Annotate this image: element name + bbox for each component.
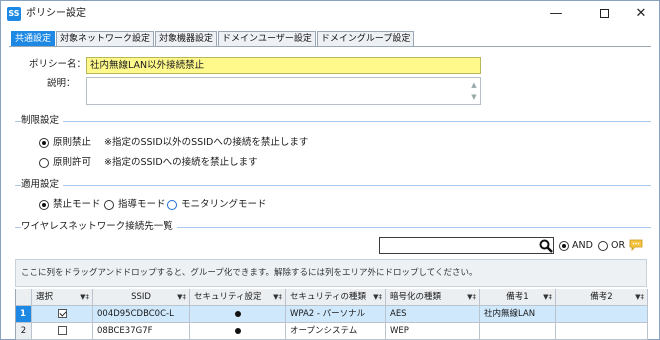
- description-textarea[interactable]: ▲ ▼: [86, 77, 481, 105]
- col-header-security-setting[interactable]: セキュリティ設定 ▼‡: [190, 289, 286, 306]
- wireless-network-grid: 選択 ▼‡ SSID ▼‡ セキュリティ設定 ▼‡ セキュリティの種類 ▼‡ 暗号化の種…: [15, 289, 648, 340]
- cell-security-setting: [190, 306, 286, 323]
- guidance-mode-label[interactable]: 指導モード: [118, 198, 166, 212]
- row-select-checkbox[interactable]: [57, 326, 67, 335]
- maximize-button[interactable]: [584, 1, 624, 27]
- policy-settings-window: SS ポリシー設定 — ✕ 共通設定 対象ネットワーク設定 対象機器設定 ドメイ…: [0, 0, 660, 340]
- minimize-icon: —: [549, 6, 563, 21]
- tab-domain-user[interactable]: ドメインユーザー設定: [218, 31, 316, 46]
- tab-strip: 共通設定 対象ネットワーク設定 対象機器設定 ドメインユーザー設定 ドメイングル…: [11, 31, 415, 46]
- table-row[interactable]: 1 004D95CDBC0C-L WPA2 - パーソナル AES 社内無線LA…: [16, 306, 648, 323]
- row-indicator-header: [16, 289, 32, 306]
- filter-icon[interactable]: ▼‡: [177, 289, 186, 305]
- cell-encryption: AES: [386, 306, 480, 323]
- description-label: 説明：: [47, 78, 76, 89]
- filter-icon[interactable]: ▼‡: [635, 289, 644, 305]
- cell-ssid: 08BCE37G7F: [93, 323, 190, 340]
- principle-deny-label[interactable]: 原則禁止: [53, 136, 91, 150]
- radio-monitoring-mode[interactable]: [167, 200, 177, 210]
- restriction-divider: [15, 121, 651, 122]
- principle-allow-note: ※指定のSSIDへの接続を禁止します: [104, 157, 258, 168]
- radio-guidance-mode[interactable]: [104, 200, 114, 210]
- cell-security-setting: [190, 323, 286, 340]
- col-header-select[interactable]: 選択 ▼‡: [32, 289, 93, 306]
- close-icon: ✕: [635, 6, 647, 21]
- tab-domain-group[interactable]: ドメイングループ設定: [316, 31, 415, 46]
- cell-security-type: WPA2 - パーソナル: [286, 306, 386, 323]
- window-title: ポリシー設定: [26, 8, 86, 19]
- minimize-button[interactable]: —: [536, 1, 576, 27]
- search-input[interactable]: [379, 237, 554, 254]
- radio-block-mode[interactable]: [39, 200, 49, 210]
- app-icon: SS: [7, 7, 21, 21]
- cell-security-type: オープンシステム: [286, 323, 386, 340]
- table-row[interactable]: 2 08BCE37G7F オープンシステム WEP: [16, 323, 648, 340]
- close-button[interactable]: ✕: [621, 1, 660, 27]
- cell-encryption: WEP: [386, 323, 480, 340]
- group-by-hint: ここに列をドラッグアンドドロップすると、グループ化できます。解除するには列をエリ…: [21, 268, 478, 278]
- cell-note2: [556, 306, 648, 323]
- or-label[interactable]: OR: [611, 239, 625, 253]
- col-header-note2[interactable]: 備考2 ▼‡: [556, 289, 648, 306]
- filter-icon[interactable]: ▼‡: [373, 289, 382, 305]
- block-mode-label[interactable]: 禁止モード: [53, 198, 101, 212]
- security-dot-icon: [234, 327, 241, 334]
- tab-divider: [9, 46, 651, 47]
- col-header-security-type[interactable]: セキュリティの種類 ▼‡: [286, 289, 386, 306]
- filter-icon[interactable]: ▼‡: [273, 289, 282, 305]
- filter-icon[interactable]: ▼‡: [80, 289, 89, 305]
- comment-icon[interactable]: [629, 239, 643, 251]
- policy-name-input[interactable]: 社内無線LAN以外接続禁止: [86, 57, 481, 74]
- monitoring-mode-label[interactable]: モニタリングモード: [181, 198, 267, 212]
- row-select-cell[interactable]: [32, 323, 93, 340]
- cell-note2: [556, 323, 648, 340]
- maximize-icon: [599, 9, 609, 18]
- radio-and[interactable]: [559, 241, 569, 251]
- col-header-ssid[interactable]: SSID ▼‡: [93, 289, 190, 306]
- wireless-title: ワイヤレスネットワーク接続先一覧: [21, 221, 177, 233]
- cell-ssid: 004D95CDBC0C-L: [93, 306, 190, 323]
- and-label[interactable]: AND: [572, 239, 593, 253]
- principle-allow-label[interactable]: 原則許可: [53, 156, 91, 170]
- principle-deny-note: ※指定のSSID以外のSSIDへの接続を禁止します: [104, 137, 309, 148]
- row-index: 1: [16, 306, 32, 323]
- description-scrollbar[interactable]: ▲ ▼: [469, 79, 479, 103]
- security-dot-icon: [234, 310, 241, 317]
- col-header-note1[interactable]: 備考1 ▼‡: [480, 289, 556, 306]
- cell-note1: [480, 323, 556, 340]
- radio-principle-allow[interactable]: [39, 158, 49, 168]
- cell-note1: 社内無線LAN: [480, 306, 556, 323]
- policy-name-label: ポリシー名：: [29, 59, 87, 70]
- grid-header-row: 選択 ▼‡ SSID ▼‡ セキュリティ設定 ▼‡ セキュリティの種類 ▼‡ 暗号化の種…: [16, 289, 648, 306]
- radio-principle-deny[interactable]: [39, 138, 49, 148]
- tab-target-network[interactable]: 対象ネットワーク設定: [56, 31, 155, 46]
- tab-common-settings[interactable]: 共通設定: [11, 31, 56, 46]
- apply-title: 適用設定: [21, 179, 64, 191]
- row-select-checkbox[interactable]: [57, 309, 67, 318]
- restriction-title: 制限設定: [21, 115, 64, 127]
- tab-target-device[interactable]: 対象機器設定: [155, 31, 218, 46]
- apply-divider: [15, 185, 651, 186]
- row-index: 2: [16, 323, 32, 340]
- filter-icon[interactable]: ▼‡: [467, 289, 476, 305]
- row-select-cell[interactable]: [32, 306, 93, 323]
- col-header-encryption[interactable]: 暗号化の種類 ▼‡: [386, 289, 480, 306]
- radio-or[interactable]: [598, 241, 608, 251]
- search-icon[interactable]: [539, 239, 553, 253]
- title-bar: SS ポリシー設定 — ✕: [1, 1, 659, 27]
- filter-icon[interactable]: ▼‡: [543, 289, 552, 305]
